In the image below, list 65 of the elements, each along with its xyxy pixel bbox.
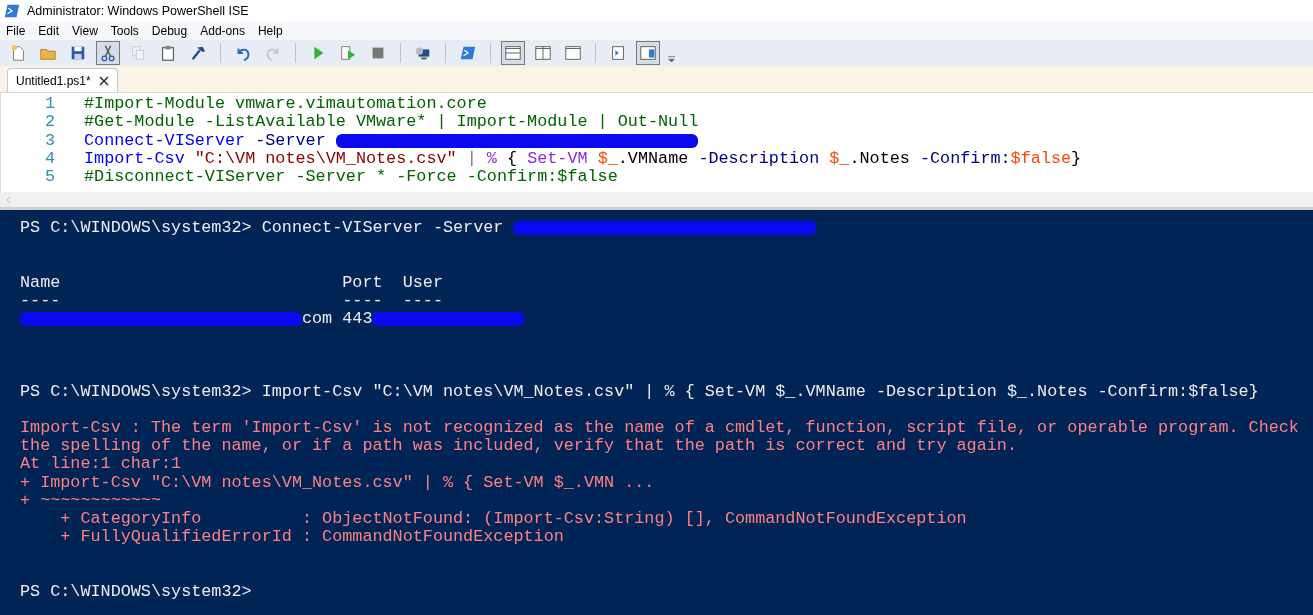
code-token: Import-Csv — [84, 149, 186, 169]
code-token: Connect-VIServer — [84, 131, 247, 150]
line-number: 2 — [43, 113, 56, 132]
code-token: | — [465, 149, 478, 169]
toolbar-button[interactable] — [96, 41, 120, 65]
code-token: -Server — [255, 131, 327, 150]
line-number: 1 — [43, 95, 56, 114]
menu-item[interactable]: Help — [257, 24, 283, 38]
console-text: + ~~~~~~~~~~~~ — [20, 491, 161, 511]
code-token: $_ — [597, 149, 618, 169]
line-number: 4 — [43, 149, 56, 169]
code-token: #Get-Module -ListAvailable VMware* | Import-Module | Out-Null — [84, 113, 699, 132]
toolbar-button[interactable] — [501, 41, 525, 65]
code-token: .Notes — [849, 149, 911, 169]
console-text: + Import-Csv "C:\VM notes\VM_Notes.csv" | % { Set-VM $_.VMN ... — [20, 473, 655, 492]
console-text: + CategoryInfo : ObjectNotFound: (Import-Csv:String) [], CommandNotFoundException — [59, 510, 967, 529]
code-token: .VMName — [617, 149, 690, 169]
code-token: } — [1071, 149, 1082, 169]
code-token: #Disconnect-VIServer -Server * -Force -Confirm:$false — [84, 168, 618, 187]
console-text: PS C:\WINDOWS\system32> Import-Csv "C:\VM notes\VM_Notes.csv" | % { Set-VM $_.VMName -Description $_.Notes -Confirm:$false} — [20, 382, 1259, 401]
console-pane[interactable] — [0, 210, 1313, 615]
script-tab[interactable]: Untitled1.ps1* — [7, 68, 118, 92]
pane-top-icon — [504, 44, 522, 62]
console-text: At line:1 char:1 — [20, 455, 182, 474]
console-text: PS C:\WINDOWS\system32> — [20, 582, 252, 601]
code-token: -Confirm: — [919, 149, 1011, 169]
run-selection-icon — [339, 44, 357, 62]
line-number: 5 — [43, 168, 56, 187]
pane-right-icon — [534, 44, 552, 62]
copy-icon — [129, 44, 147, 62]
code-token: "C:\VM notes\VM_Notes.csv" — [194, 149, 457, 169]
new-file-icon — [9, 44, 27, 62]
menu-item[interactable]: Tools — [110, 24, 139, 38]
menu-item[interactable]: View — [72, 24, 98, 38]
scissors-icon — [99, 44, 117, 62]
console-text: + FullyQualifiedErrorId : CommandNotFoundException — [59, 528, 564, 547]
toolbar-button[interactable] — [636, 41, 660, 65]
line-number: 3 — [43, 131, 56, 150]
overflow-caret-icon[interactable] — [668, 54, 675, 62]
command-pane-icon — [639, 44, 657, 62]
menu-item[interactable]: Add-ons — [200, 24, 245, 38]
menu-item[interactable]: Edit — [38, 24, 60, 38]
code-token: #Import-Module vmware.vimautomation.core — [84, 95, 487, 114]
console-text: Name Port User — [20, 273, 443, 292]
console-text: Import-Csv : The term 'Import-Csv' is not recognized as the name of a cmdlet, function, script file, or operable program. Check — [20, 419, 1299, 438]
console-text: PS C:\WINDOWS\system32> Connect-VIServer -Server — [20, 219, 505, 238]
hammer-icon — [189, 44, 207, 62]
menu-item[interactable]: File — [6, 24, 26, 38]
powershell-icon — [459, 44, 477, 62]
menu-item[interactable]: Debug — [151, 24, 188, 38]
console-text: ---- ---- ---- — [20, 291, 443, 310]
window-title: Administrator: Windows PowerShell ISE — [27, 4, 249, 18]
horizontal-scrollbar[interactable] — [0, 192, 1313, 207]
script-pane-icon — [609, 44, 627, 62]
code-token: { — [506, 149, 519, 169]
code-token: $false — [1010, 149, 1072, 169]
pane-maximize-icon — [564, 44, 582, 62]
code-token: -Description — [698, 149, 821, 169]
code-token: % — [486, 149, 497, 169]
console-text: the spelling of the name, or if a path was included, verify that the path is correct and try again. — [20, 437, 1017, 456]
code-token: $_ — [829, 149, 850, 169]
clipboard-icon — [159, 44, 177, 62]
code-token: Set-VM — [527, 149, 589, 169]
close-icon[interactable] — [98, 75, 109, 86]
console-text: com 443 — [301, 309, 373, 329]
